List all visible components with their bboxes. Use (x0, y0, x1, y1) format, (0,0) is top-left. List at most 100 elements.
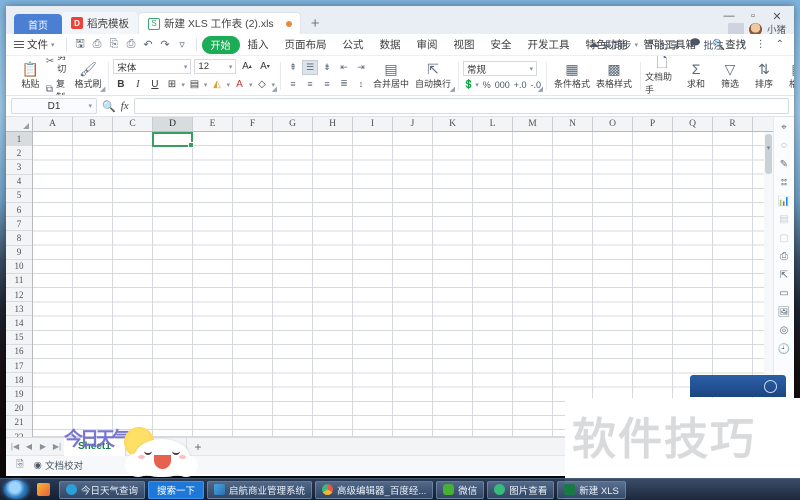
export-icon[interactable]: ⇱ (777, 268, 792, 282)
column-header-e[interactable]: E (193, 117, 233, 131)
history-icon[interactable]: 🕘 (777, 342, 792, 356)
share-button[interactable]: ⇱ 分享 (644, 37, 683, 52)
row-header-11[interactable]: 11 (6, 274, 32, 289)
tab-start[interactable]: 开始 (201, 35, 240, 54)
tab-data[interactable]: 数据 (372, 36, 409, 53)
add-sheet-button[interactable]: + (187, 440, 210, 454)
row-header-2[interactable]: 2 (6, 146, 32, 161)
column-header-a[interactable]: A (33, 117, 73, 131)
column-header-o[interactable]: O (593, 117, 633, 131)
cell-grid[interactable] (33, 132, 794, 437)
vertical-scroll-thumb[interactable] (765, 134, 772, 174)
row-header-1[interactable]: 1 (6, 132, 32, 147)
shapes-icon[interactable]: ◌ (777, 139, 792, 153)
save-icon[interactable]: 🖫 (72, 37, 89, 53)
cursor-icon[interactable]: ⌖ (777, 120, 792, 134)
help-button[interactable]: ? (736, 39, 750, 50)
row-header-7[interactable]: 7 (6, 217, 32, 232)
format-button[interactable]: ▤ 格式 (781, 62, 794, 90)
windows-start-orb[interactable] (4, 480, 28, 499)
select-all-corner[interactable] (6, 117, 33, 131)
column-header-d[interactable]: D (153, 117, 193, 131)
search-doc-icon[interactable]: ⎙ (123, 37, 140, 53)
taskbar-item-editor[interactable]: 高级编辑器_百度经... (315, 480, 434, 499)
name-box[interactable]: D1 ▾ (11, 98, 97, 114)
folder-quick-icon[interactable] (37, 483, 50, 496)
increase-indent-icon[interactable]: ⇥ (353, 60, 369, 75)
number-format-select[interactable]: 常规 ▾ (462, 61, 537, 76)
print-icon[interactable]: ⎘ (106, 37, 123, 53)
column-header-i[interactable]: I (353, 117, 393, 131)
row-header-21[interactable]: 21 (6, 416, 32, 430)
tab-insert[interactable]: 插入 (240, 36, 277, 53)
sync-status-button[interactable]: ☁ 未同步 ▾ (585, 37, 643, 52)
row-header-18[interactable]: 18 (6, 373, 32, 388)
row-header-16[interactable]: 16 (6, 345, 32, 359)
row-header-5[interactable]: 5 (6, 189, 32, 203)
column-header-p[interactable]: P (633, 117, 673, 131)
spell-check-button[interactable]: 🗟 (16, 457, 24, 473)
comma-style-button[interactable]: 000 (495, 80, 510, 90)
highlight-icon[interactable]: ◇ (254, 77, 269, 92)
justify-icon[interactable]: ≣ (336, 76, 352, 91)
scroll-down-button[interactable]: ▾ (764, 143, 773, 152)
row-header-17[interactable]: 17 (6, 359, 32, 374)
print-preview-icon[interactable]: ⎙ (89, 37, 106, 53)
filter-button[interactable]: ▽ 筛选 (713, 62, 747, 90)
increase-font-size-button[interactable]: A ▴ (239, 59, 254, 74)
tab-dev-tools[interactable]: 开发工具 (520, 36, 578, 53)
doc-assistant-button[interactable]: 🗋 文档助手 (645, 56, 679, 95)
cell-style-icon[interactable]: ▤ (187, 77, 202, 92)
decrease-font-size-button[interactable]: A ▾ (257, 59, 272, 74)
paste-button[interactable]: 📋 粘贴 (15, 62, 46, 90)
row-header-3[interactable]: 3 (6, 160, 32, 175)
undo-icon[interactable]: ↶ (140, 37, 157, 53)
tab-active-document[interactable]: S 新建 XLS 工作表 (2).xls (138, 12, 301, 34)
column-header-r[interactable]: R (713, 117, 753, 131)
row-header-10[interactable]: 10 (6, 260, 32, 274)
comment-button[interactable]: 🗩 批注 ▾ (685, 36, 734, 53)
font-dialog-launcher[interactable]: ◢ (272, 85, 277, 93)
row-header-22[interactable]: 22 (6, 430, 32, 437)
form-icon[interactable]: ▭ (777, 287, 792, 301)
screenshot-icon[interactable]: ⎙ (777, 250, 792, 264)
redo-icon[interactable]: ↷ (157, 37, 174, 53)
sheet-tab-sheet3[interactable]: Sheet3 (126, 437, 187, 456)
align-middle-icon[interactable]: ☰ (301, 60, 318, 75)
sum-button[interactable]: Σ 求和 (679, 62, 713, 90)
more-options-button[interactable]: ⋮ (752, 39, 770, 50)
tab-review[interactable]: 审阅 (409, 36, 446, 53)
align-right-icon[interactable]: ≡ (319, 76, 335, 91)
sheet-tab-sheet1[interactable]: Sheet1 (64, 437, 126, 456)
clipboard-dialog-launcher[interactable]: ◢ (100, 85, 105, 93)
target-icon[interactable]: ◎ (777, 324, 792, 338)
image-icon[interactable]: 🖼 (777, 305, 792, 319)
alignment-dialog-launcher[interactable]: ◢ (450, 85, 455, 93)
chart-icon[interactable]: 📊 (777, 194, 792, 208)
number-dialog-launcher[interactable]: ◢ (538, 85, 543, 93)
insert-function-button[interactable]: fx (121, 100, 129, 112)
taskbar-item-business-system[interactable]: 启航商业管理系统 (207, 480, 313, 499)
percent-style-button[interactable]: % (483, 80, 491, 90)
taskbar-item-wechat[interactable]: 微信 (436, 480, 485, 499)
column-header-m[interactable]: M (513, 117, 553, 131)
column-header-b[interactable]: B (73, 117, 113, 131)
column-header-j[interactable]: J (393, 117, 433, 131)
row-header-4[interactable]: 4 (6, 175, 32, 189)
orientation-icon[interactable]: ↕ (353, 76, 369, 91)
fill-color-icon[interactable]: ◭ (209, 77, 224, 92)
taskbar-item-xls[interactable]: 新建 XLS (557, 480, 626, 499)
align-left-icon[interactable]: ≡ (285, 76, 301, 91)
row-header-6[interactable]: 6 (6, 203, 32, 218)
prev-sheet-button[interactable]: ◀ (22, 442, 36, 451)
row-header-19[interactable]: 19 (6, 387, 32, 402)
file-menu-button[interactable]: 文件 ▾ (14, 37, 61, 52)
customize-icon[interactable]: ▿ (174, 37, 191, 53)
apps-grid-icon[interactable]: ⦂⦂ (777, 176, 792, 190)
column-header-q[interactable]: Q (673, 117, 713, 131)
taskbar-item-photo-viewer[interactable]: 图片查看 (487, 480, 555, 499)
copy-button[interactable]: ⧉ 复制 (46, 77, 73, 96)
row-header-14[interactable]: 14 (6, 316, 32, 331)
align-top-icon[interactable]: ⇞ (285, 60, 301, 75)
cut-button[interactable]: ✂ 剪切 (46, 56, 73, 75)
